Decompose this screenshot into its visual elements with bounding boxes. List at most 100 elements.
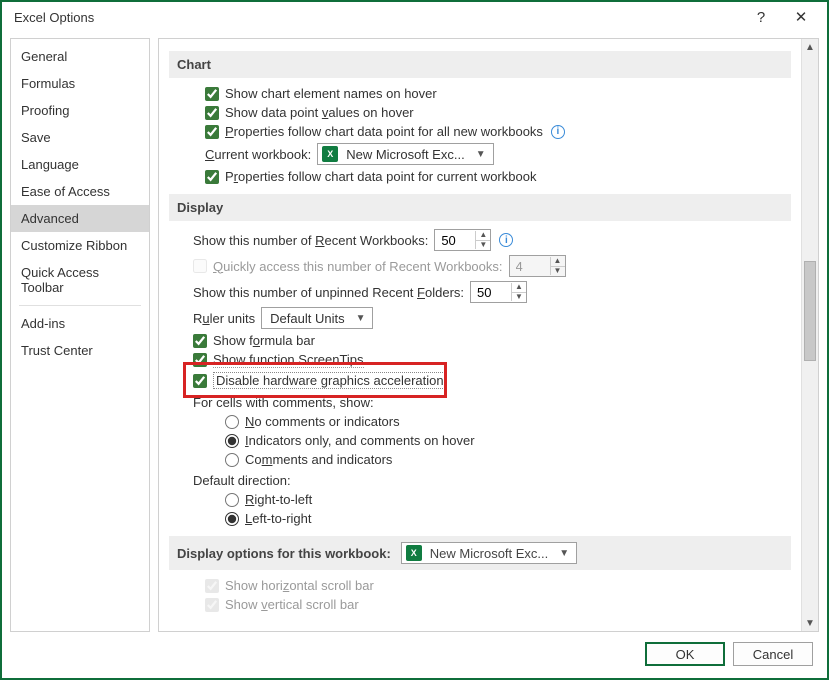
chk-show-formula-bar[interactable] bbox=[193, 334, 207, 348]
sidebar-item-proofing[interactable]: Proofing bbox=[11, 97, 149, 124]
opt-dir-rtl[interactable]: Right-to-left bbox=[225, 492, 791, 507]
scroll-down-icon[interactable]: ▼ bbox=[802, 615, 818, 631]
sidebar-item-general[interactable]: General bbox=[11, 43, 149, 70]
spinner-quick-access-input bbox=[510, 257, 550, 276]
spinner-quick-access: ▲▼ bbox=[509, 255, 566, 277]
dropdown-ruler-units-label: Default Units bbox=[266, 311, 348, 326]
lbl-recent-workbooks: Show this number of Recent Workbooks: bbox=[193, 233, 428, 248]
opt-dir-ltr[interactable]: Left-to-right bbox=[225, 511, 791, 526]
scroll-thumb[interactable] bbox=[804, 261, 816, 361]
row-current-workbook: Current workbook: X New Microsoft Exc...… bbox=[205, 143, 791, 165]
lbl: Show chart element names on hover bbox=[225, 86, 437, 101]
opt-properties-current-workbook[interactable]: Properties follow chart data point for c… bbox=[205, 169, 791, 184]
section-header-display: Display bbox=[169, 194, 791, 221]
info-icon[interactable]: i bbox=[551, 125, 565, 139]
lbl-disable-hardware-graphics: Disable hardware graphics acceleration bbox=[213, 372, 447, 389]
spinner-recent-folders[interactable]: ▲▼ bbox=[470, 281, 527, 303]
lbl: Comments and indicators bbox=[245, 452, 392, 467]
row-ruler-units: Ruler units Default Units ▼ bbox=[193, 307, 791, 329]
sidebar: General Formulas Proofing Save Language … bbox=[10, 38, 150, 632]
chevron-down-icon: ▼ bbox=[556, 548, 572, 559]
section-header-chart: Chart bbox=[169, 51, 791, 78]
opt-comments-none[interactable]: No comments or indicators bbox=[225, 414, 791, 429]
section-header-display-workbook: Display options for this workbook: X New… bbox=[169, 536, 791, 570]
opt-show-formula-bar[interactable]: Show formula bar bbox=[193, 333, 791, 348]
sidebar-item-formulas[interactable]: Formulas bbox=[11, 70, 149, 97]
lbl: Indicators only, and comments on hover bbox=[245, 433, 475, 448]
opt-vertical-scroll: Show vertical scroll bar bbox=[205, 597, 791, 612]
opt-horizontal-scroll: Show horizontal scroll bar bbox=[205, 578, 791, 593]
sidebar-item-advanced[interactable]: Advanced bbox=[11, 205, 149, 232]
opt-show-chart-element-names[interactable]: Show chart element names on hover bbox=[205, 86, 791, 101]
spin-down-icon[interactable]: ▼ bbox=[512, 292, 526, 301]
chk-show-data-point-values[interactable] bbox=[205, 106, 219, 120]
sidebar-separator bbox=[19, 305, 141, 306]
opt-show-data-point-values[interactable]: Show data point values on hover bbox=[205, 105, 791, 120]
chevron-down-icon: ▼ bbox=[353, 313, 369, 324]
opt-comments-indicators[interactable]: Indicators only, and comments on hover bbox=[225, 433, 791, 448]
dropdown-current-workbook[interactable]: X New Microsoft Exc... ▼ bbox=[317, 143, 493, 165]
scroll-track[interactable] bbox=[802, 55, 818, 615]
spinner-recent-folders-input[interactable] bbox=[471, 283, 511, 302]
spinner-recent-workbooks[interactable]: ▲▼ bbox=[434, 229, 491, 251]
dropdown-display-workbook[interactable]: X New Microsoft Exc... ▼ bbox=[401, 542, 577, 564]
dropdown-ruler-units[interactable]: Default Units ▼ bbox=[261, 307, 373, 329]
lbl: Properties follow chart data point for c… bbox=[225, 169, 536, 184]
chk-vertical-scroll[interactable] bbox=[205, 598, 219, 612]
lbl: Show formula bar bbox=[213, 333, 315, 348]
sidebar-item-trust-center[interactable]: Trust Center bbox=[11, 337, 149, 364]
scroll-up-icon[interactable]: ▲ bbox=[802, 39, 818, 55]
chk-horizontal-scroll[interactable] bbox=[205, 579, 219, 593]
info-icon[interactable]: i bbox=[499, 233, 513, 247]
sidebar-item-save[interactable]: Save bbox=[11, 124, 149, 151]
lbl: Quickly access this number of Recent Wor… bbox=[213, 259, 503, 274]
lbl-current-workbook: Current workbook: bbox=[205, 147, 311, 162]
cancel-button[interactable]: Cancel bbox=[733, 642, 813, 666]
dropdown-current-workbook-label: New Microsoft Exc... bbox=[342, 147, 468, 162]
sidebar-item-ease-of-access[interactable]: Ease of Access bbox=[11, 178, 149, 205]
sidebar-item-customize-ribbon[interactable]: Customize Ribbon bbox=[11, 232, 149, 259]
lbl: No comments or indicators bbox=[245, 414, 400, 429]
sidebar-item-language[interactable]: Language bbox=[11, 151, 149, 178]
radio-dir-rtl[interactable] bbox=[225, 493, 239, 507]
lbl-ruler-units: Ruler units bbox=[193, 311, 255, 326]
spin-down-icon[interactable]: ▼ bbox=[476, 240, 490, 249]
help-button[interactable]: ? bbox=[741, 3, 781, 31]
lbl: Properties follow chart data point for a… bbox=[225, 124, 543, 139]
radio-comments-none[interactable] bbox=[225, 415, 239, 429]
chk-show-chart-element-names[interactable] bbox=[205, 87, 219, 101]
titlebar: Excel Options ? ✕ bbox=[2, 2, 827, 32]
spin-up-icon[interactable]: ▲ bbox=[476, 231, 490, 240]
lbl-comments-header: For cells with comments, show: bbox=[193, 395, 791, 410]
opt-show-screentips[interactable]: Show function ScreenTips bbox=[193, 352, 791, 368]
radio-comments-indicators[interactable] bbox=[225, 434, 239, 448]
lbl: Show horizontal scroll bar bbox=[225, 578, 374, 593]
content-panel: Chart Show chart element names on hover … bbox=[158, 38, 819, 632]
spinner-recent-workbooks-input[interactable] bbox=[435, 231, 475, 250]
ok-button[interactable]: OK bbox=[645, 642, 725, 666]
chk-quick-access-recent[interactable] bbox=[193, 259, 207, 273]
chevron-down-icon: ▼ bbox=[473, 149, 489, 160]
excel-icon: X bbox=[322, 146, 338, 162]
radio-dir-ltr[interactable] bbox=[225, 512, 239, 526]
chk-properties-all[interactable] bbox=[205, 125, 219, 139]
spin-down-icon: ▼ bbox=[551, 266, 565, 275]
section-header-display-workbook-label: Display options for this workbook: bbox=[177, 546, 391, 561]
close-button[interactable]: ✕ bbox=[781, 3, 821, 31]
opt-disable-hardware-graphics[interactable]: Disable hardware graphics acceleration bbox=[193, 372, 791, 389]
chk-show-screentips[interactable] bbox=[193, 353, 207, 367]
sidebar-item-add-ins[interactable]: Add-ins bbox=[11, 310, 149, 337]
row-recent-folders: Show this number of unpinned Recent Fold… bbox=[193, 281, 791, 303]
sidebar-item-quick-access-toolbar[interactable]: Quick Access Toolbar bbox=[11, 259, 149, 301]
lbl-recent-folders: Show this number of unpinned Recent Fold… bbox=[193, 285, 464, 300]
opt-properties-all-workbooks[interactable]: Properties follow chart data point for a… bbox=[205, 124, 791, 139]
spin-up-icon[interactable]: ▲ bbox=[512, 283, 526, 292]
radio-comments-both[interactable] bbox=[225, 453, 239, 467]
lbl: Show data point values on hover bbox=[225, 105, 414, 120]
spin-up-icon: ▲ bbox=[551, 257, 565, 266]
lbl: Show vertical scroll bar bbox=[225, 597, 359, 612]
content-scrollbar[interactable]: ▲ ▼ bbox=[801, 39, 818, 631]
opt-comments-both[interactable]: Comments and indicators bbox=[225, 452, 791, 467]
chk-properties-current[interactable] bbox=[205, 170, 219, 184]
chk-disable-hardware-graphics[interactable] bbox=[193, 374, 207, 388]
